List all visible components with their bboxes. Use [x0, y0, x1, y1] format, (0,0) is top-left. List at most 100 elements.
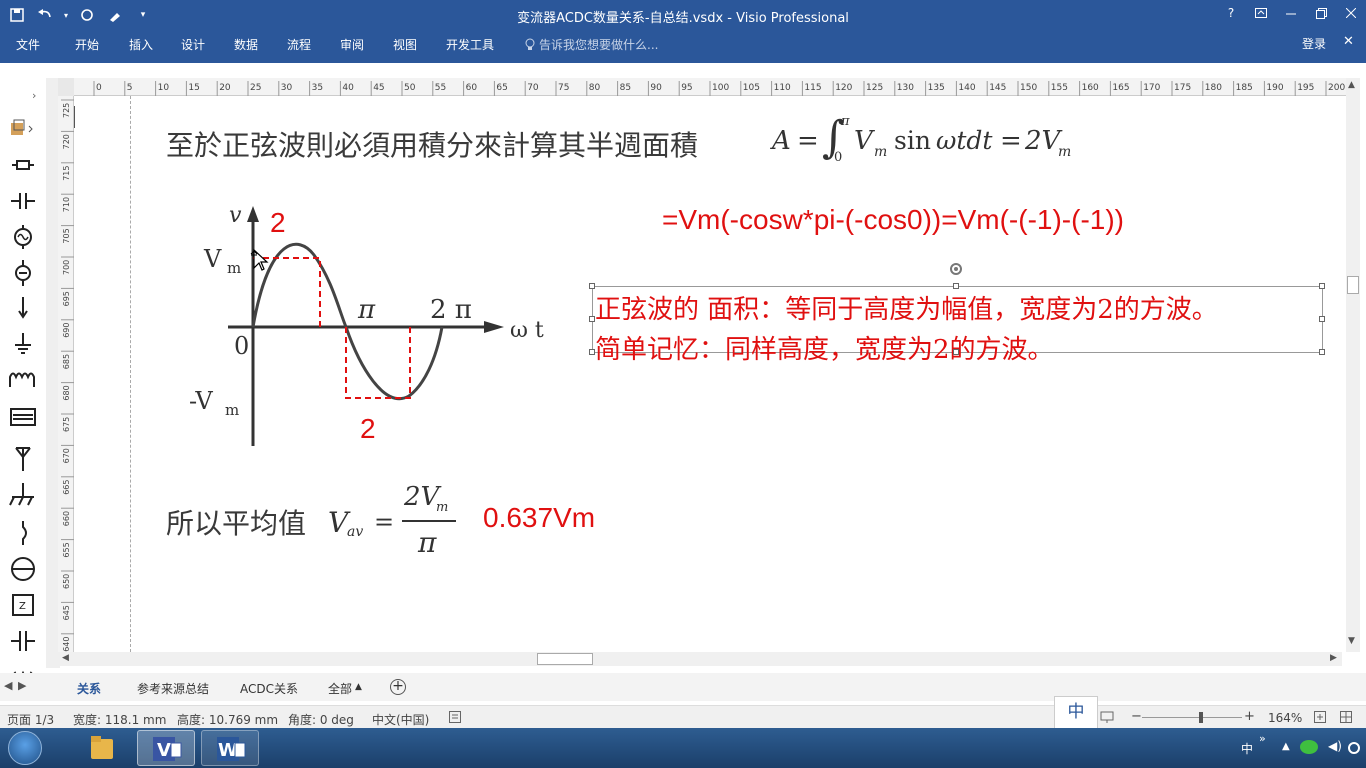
ground-icon[interactable] [8, 295, 38, 323]
hruler-label: 140 [958, 83, 975, 93]
status-angle: 角度: 0 deg [288, 713, 354, 727]
minimize-icon[interactable] [1276, 0, 1306, 26]
tray-up-icon[interactable]: ▲ [1282, 741, 1290, 752]
tab-process[interactable]: 流程 [287, 36, 311, 53]
taskbar-ime[interactable]: 中 [1241, 740, 1253, 757]
transformer-icon[interactable] [8, 403, 38, 431]
tab-home[interactable]: 开始 [75, 36, 99, 53]
page-tab-all[interactable]: 全部 [328, 680, 352, 697]
integral-lower: 0 [834, 150, 843, 165]
tab-data[interactable]: 数据 [234, 36, 258, 53]
vruler-label: 710 [62, 197, 71, 212]
status-page[interactable]: 页面 1/3 [7, 711, 54, 728]
word-taskbar-icon[interactable]: W [201, 730, 259, 766]
integral-A: A [772, 126, 791, 156]
tab-developer[interactable]: 开发工具 [446, 36, 494, 53]
horizontal-scrollbar[interactable]: ◀ ▶ [60, 652, 1342, 666]
svg-text:V: V [157, 740, 171, 761]
macro-record-icon[interactable] [449, 711, 461, 726]
resize-handle-tl[interactable] [589, 283, 595, 289]
wechat-icon[interactable] [1300, 740, 1318, 754]
file-explorer-icon[interactable] [72, 730, 130, 766]
tab-design[interactable]: 设计 [181, 36, 205, 53]
page-tab-relation[interactable]: 关系 [77, 680, 101, 697]
status-language[interactable]: 中文(中国) [372, 711, 429, 728]
scroll-up-icon[interactable]: ▲ [1348, 80, 1355, 90]
add-page-icon[interactable]: + [390, 679, 406, 695]
drawing-canvas[interactable]: 至於正弦波則必須用積分來計算其半週面積 A = ∫ π 0 V m sin ωt… [74, 96, 1344, 652]
integral-result-sub: m [1058, 144, 1072, 160]
close-icon[interactable] [1336, 0, 1366, 26]
resize-handle-l[interactable] [589, 316, 595, 322]
hruler-label: 100 [712, 83, 729, 93]
resize-handle-bl[interactable] [589, 349, 595, 355]
earth-icon[interactable] [8, 331, 38, 359]
window-title: 变流器ACDC数量关系-自总结.vsdx - Visio Professiona… [517, 11, 849, 26]
tab-review[interactable]: 审阅 [340, 36, 364, 53]
visio-taskbar-icon[interactable]: V [137, 730, 195, 766]
collapse-ribbon-icon[interactable]: ✕ [1343, 34, 1354, 49]
windows-taskbar: V W 中 » ▲ ◀) [0, 728, 1366, 768]
vertical-scrollbar[interactable]: ▲ ▼ [1346, 78, 1360, 652]
selected-text-box[interactable]: 正弦波的 面积：等同于高度为幅值，宽度为2的方波。 简单记忆：同样高度，宽度为2… [592, 286, 1323, 365]
horizontal-scroll-thumb[interactable] [537, 653, 593, 665]
tell-me-box[interactable]: 告诉我您想要做什么... [525, 36, 658, 53]
zoom-in-icon[interactable]: + [1244, 709, 1255, 724]
resize-handle-br[interactable] [1319, 349, 1325, 355]
note-line-2: 简单记忆：同样高度，宽度为2的方波。 [595, 335, 1054, 365]
antenna-icon[interactable] [8, 445, 38, 473]
presentation-mode-icon[interactable] [1100, 711, 1114, 726]
prev-page-icon[interactable]: ◀ [4, 679, 12, 692]
zoom-out-icon[interactable]: − [1131, 709, 1142, 724]
ime-indicator[interactable]: 中 [1054, 696, 1098, 730]
vruler-label: 660 [62, 511, 71, 526]
resize-handle-b[interactable] [953, 349, 959, 355]
all-pages-dropdown-icon[interactable]: ▲ [355, 682, 362, 692]
ac-source-icon[interactable] [8, 223, 38, 251]
volume-icon[interactable]: ◀) [1328, 739, 1342, 753]
more-shapes-icon[interactable] [8, 115, 38, 143]
status-width: 宽度: 118.1 mm [73, 713, 167, 727]
capacitor-2-icon[interactable] [8, 627, 38, 655]
integral-eq: = [797, 126, 819, 156]
tab-file[interactable]: 文件 [16, 36, 40, 53]
circle-icon[interactable] [8, 555, 38, 583]
ribbon-display-icon[interactable] [1246, 0, 1276, 26]
tab-insert[interactable]: 插入 [129, 36, 153, 53]
start-button-icon[interactable] [8, 731, 42, 765]
restore-icon[interactable] [1306, 0, 1336, 26]
rotate-handle-icon[interactable] [949, 261, 963, 280]
resize-handle-tr[interactable] [1319, 283, 1325, 289]
vertical-scroll-thumb[interactable] [1347, 276, 1359, 294]
switch-windows-icon[interactable] [1340, 711, 1352, 726]
resize-handle-r[interactable] [1319, 316, 1325, 322]
zoom-level[interactable]: 164% [1268, 711, 1302, 725]
network-icon[interactable] [1348, 742, 1360, 754]
tab-view[interactable]: 视图 [393, 36, 417, 53]
tray-expand-icon[interactable]: » [1259, 732, 1266, 745]
vruler-label: 690 [62, 323, 71, 338]
resistor-icon[interactable] [8, 151, 38, 179]
page-tab-references[interactable]: 参考来源总结 [137, 680, 209, 697]
next-page-icon[interactable]: ▶ [18, 679, 26, 692]
help-button[interactable]: ? [1216, 0, 1246, 26]
scroll-left-icon[interactable]: ◀ [62, 653, 69, 663]
fit-page-icon[interactable] [1314, 711, 1326, 726]
inductor-icon[interactable] [8, 367, 38, 395]
page-tab-acdc[interactable]: ACDC关系 [240, 680, 298, 697]
zoom-slider-track[interactable] [1142, 717, 1242, 718]
hruler-label: 175 [1174, 83, 1191, 93]
chassis-ground-icon[interactable] [8, 481, 38, 509]
zoom-slider-thumb[interactable] [1199, 712, 1203, 723]
lamp-icon[interactable] [8, 259, 38, 287]
capacitor-icon[interactable] [8, 187, 38, 215]
switch-icon[interactable] [8, 519, 38, 547]
hruler-label: 70 [527, 83, 539, 93]
expand-panel-icon[interactable]: › [32, 89, 36, 102]
zener-icon[interactable]: Z [8, 591, 38, 619]
login-button[interactable]: 登录 [1302, 35, 1326, 52]
vruler-label: 655 [62, 542, 71, 557]
scroll-right-icon[interactable]: ▶ [1330, 653, 1337, 663]
resize-handle-t[interactable] [953, 283, 959, 289]
scroll-down-icon[interactable]: ▼ [1348, 636, 1355, 646]
